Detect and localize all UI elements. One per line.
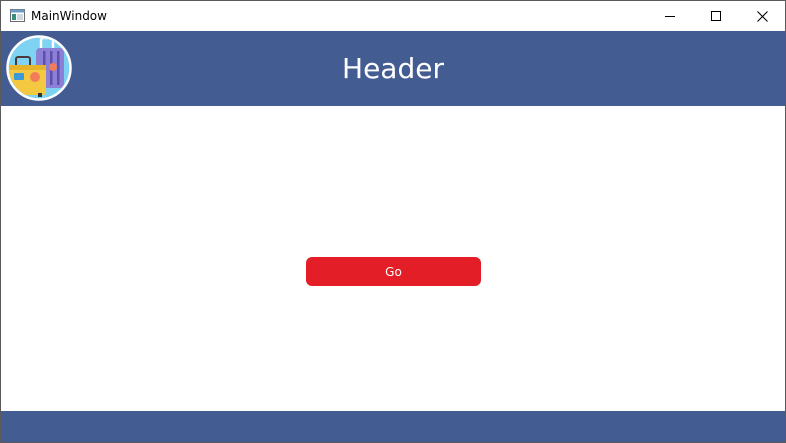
close-icon [756,10,768,22]
maximize-icon [711,11,721,21]
header-title: Header [342,52,444,85]
header-bar: Header [1,31,785,106]
window-app-icon [10,9,25,22]
maximize-button[interactable] [693,1,739,31]
close-button[interactable] [739,1,785,31]
minimize-button[interactable] [647,1,693,31]
title-bar[interactable]: MainWindow [1,1,785,31]
window-title: MainWindow [31,9,107,23]
main-window: MainWindow Header Go [0,0,786,443]
footer-bar [1,411,785,442]
minimize-icon [665,16,675,17]
go-button[interactable]: Go [306,257,481,286]
main-content: Go [1,106,785,411]
